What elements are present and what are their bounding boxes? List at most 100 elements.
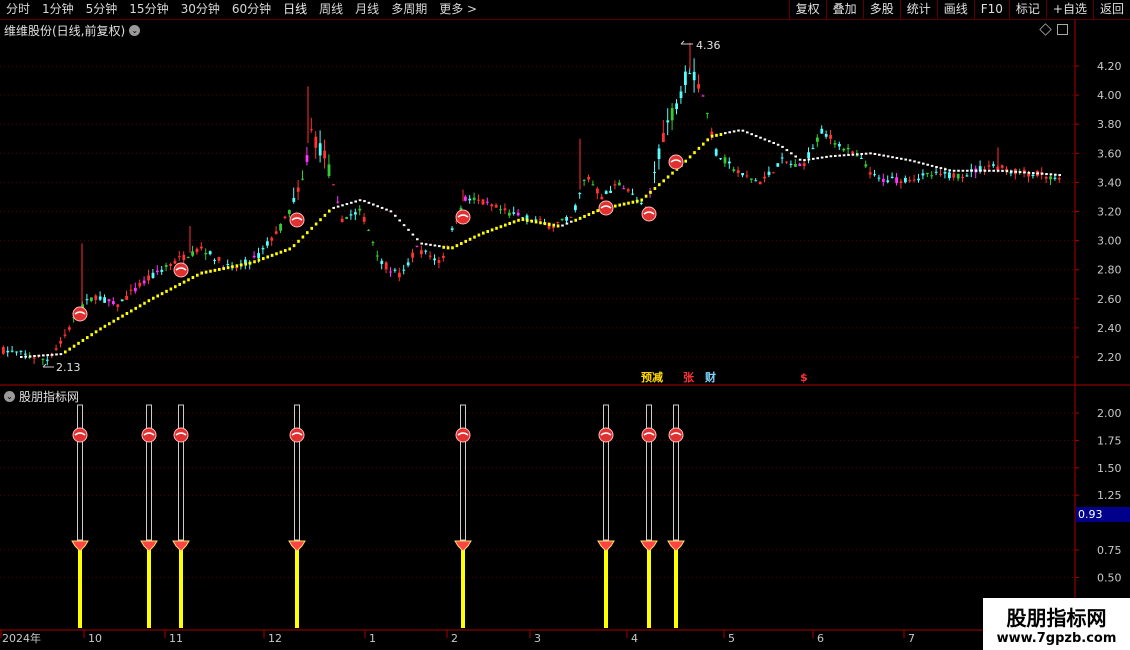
candle-body	[912, 179, 916, 181]
candle-body	[1049, 176, 1052, 180]
tab-8[interactable]: 月线	[349, 0, 385, 19]
tab-1[interactable]: 1分钟	[36, 0, 80, 19]
stock-title-bar: 维维股份(日线,前复权) ⌄	[4, 22, 141, 39]
ma-dot	[895, 156, 899, 159]
ma-dot	[851, 153, 855, 156]
high-annotation: 4.36	[696, 39, 721, 52]
toolbar-button-8[interactable]: 返回	[1092, 0, 1130, 19]
price-tick-label: 4.20	[1097, 60, 1122, 73]
candle-body	[15, 351, 18, 353]
more-tab[interactable]: 更多 >	[433, 0, 483, 19]
candle-body	[420, 250, 423, 255]
toolbar-button-1[interactable]: 叠加	[825, 0, 863, 19]
candle-body	[10, 350, 14, 352]
candle-body	[296, 187, 300, 192]
candle-body	[948, 172, 951, 179]
candle-body	[987, 165, 991, 167]
ma-dot	[152, 296, 155, 300]
ma-dot	[1045, 173, 1048, 176]
ma-dot	[86, 336, 89, 340]
ma-dot	[785, 149, 789, 152]
event-marker: 张	[683, 370, 695, 384]
ma-dot	[389, 210, 393, 213]
ma-dot	[1049, 173, 1053, 176]
ma-dot	[248, 261, 252, 265]
chart-canvas[interactable]: 4.20 4.00 3.80 3.60 3.40 3.20 3.00 2.80 2.60 2.40…	[0, 0, 1130, 650]
signal-outline-bar	[146, 404, 152, 541]
toolbar-button-6[interactable]: 标记	[1008, 0, 1046, 19]
ma-dot	[737, 129, 740, 132]
ma-dot	[1058, 174, 1061, 177]
candle-body	[622, 188, 626, 190]
ma-dot	[979, 169, 982, 172]
toolbar-button-4[interactable]: 画线	[936, 0, 974, 19]
candle-body	[873, 174, 876, 176]
tab-7[interactable]: 周线	[313, 0, 349, 19]
ma-dot	[244, 262, 247, 266]
candle-body	[129, 289, 133, 291]
candle-body	[138, 282, 142, 287]
toolbar-button-3[interactable]: 统计	[899, 0, 937, 19]
diamond-shape	[667, 540, 685, 552]
diamond-icon[interactable]	[1039, 23, 1052, 36]
chevron-down-icon[interactable]: ⌄	[4, 391, 15, 402]
toolbar-button-2[interactable]: 多股	[862, 0, 900, 19]
candle-body	[389, 271, 392, 273]
candle-body	[565, 217, 568, 221]
stock-title: 维维股份(日线,前复权)	[4, 24, 126, 38]
tab-6[interactable]: 日线	[277, 0, 313, 19]
ma-dot	[473, 235, 476, 239]
candle-body	[833, 143, 837, 145]
tab-3[interactable]: 15分钟	[123, 0, 174, 19]
price-signal-icon	[173, 262, 189, 278]
toolbar-button-7[interactable]: +自选	[1045, 0, 1093, 19]
indicator-ball-icon	[141, 427, 157, 443]
candle-body	[274, 231, 278, 234]
signal-yellow-bar	[461, 548, 465, 628]
ma-dot	[829, 155, 833, 158]
ma-dot	[451, 246, 454, 250]
ma-dot	[398, 219, 401, 222]
ma-dot	[314, 222, 318, 226]
ma-dot	[891, 156, 894, 159]
time-label: 10	[88, 632, 102, 645]
candle-body	[292, 198, 296, 202]
chevron-down-icon[interactable]: ⌄	[129, 25, 141, 36]
tab-5[interactable]: 60分钟	[226, 0, 277, 19]
signal-yellow-bar	[674, 548, 678, 628]
indicator-current-value: 0.93	[1076, 507, 1130, 522]
signal-outline-bar	[673, 404, 679, 541]
candle-body	[481, 199, 485, 205]
low-annotation: 2.13	[56, 361, 81, 374]
tab-2[interactable]: 5分钟	[80, 0, 124, 19]
ma-dot	[1040, 172, 1044, 175]
candle-body	[899, 181, 903, 183]
ma-dot	[433, 244, 437, 247]
ma-dot	[873, 152, 877, 155]
candle-body	[662, 132, 665, 143]
candle-body	[582, 179, 586, 181]
ma-dot	[328, 209, 331, 213]
candle-body	[134, 287, 137, 292]
price-signal-icon	[72, 306, 88, 322]
candle-body	[516, 212, 520, 216]
toolbar-button-5[interactable]: F10	[973, 0, 1009, 19]
candle-body	[811, 147, 815, 149]
tab-9[interactable]: 多周期	[385, 0, 433, 19]
toolbar-button-0[interactable]: 复权	[788, 0, 826, 19]
candle-body	[503, 208, 507, 211]
tab-4[interactable]: 30分钟	[175, 0, 226, 19]
ma-dot	[288, 247, 291, 251]
window-icon[interactable]	[1057, 24, 1068, 35]
ma-dot	[512, 220, 516, 224]
candle-body	[252, 255, 256, 258]
candle-body	[288, 210, 291, 214]
ma-dot	[50, 353, 54, 356]
candle-body	[270, 237, 274, 241]
tab-0[interactable]: 分时	[0, 0, 36, 19]
ma-dot	[864, 152, 868, 155]
candle-body	[1058, 178, 1061, 180]
ma-dot	[81, 338, 85, 342]
candle-body	[578, 193, 582, 195]
ma-dot	[504, 223, 507, 227]
